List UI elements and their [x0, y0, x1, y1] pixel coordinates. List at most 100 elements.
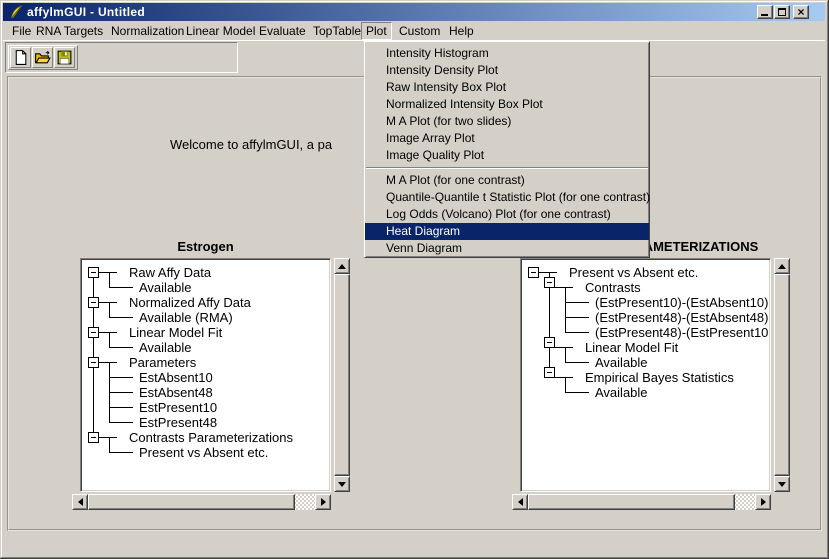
- tree-node-label[interactable]: Contrasts: [585, 280, 641, 295]
- minimize-button[interactable]: [757, 5, 773, 19]
- scroll-thumb[interactable]: [774, 274, 790, 476]
- tree-connector-line: [565, 302, 589, 303]
- menu-item-evaluate[interactable]: Evaluate: [255, 22, 310, 40]
- maximize-button[interactable]: [774, 5, 790, 19]
- save-button[interactable]: [54, 47, 75, 68]
- scroll-up-button[interactable]: [774, 258, 790, 274]
- tree-node-label[interactable]: Available (RMA): [139, 310, 233, 325]
- expand-toggle[interactable]: [544, 367, 555, 378]
- scroll-left-button[interactable]: [512, 494, 528, 510]
- scroll-thumb[interactable]: [334, 274, 350, 476]
- right-tree-horizontal-scrollbar[interactable]: [512, 494, 771, 510]
- close-button[interactable]: ×: [793, 5, 809, 19]
- scroll-right-button[interactable]: [755, 494, 771, 510]
- left-tree-horizontal-scrollbar[interactable]: [72, 494, 331, 510]
- new-file-icon: [12, 49, 29, 66]
- tree-connector-line: [555, 377, 573, 378]
- minus-icon: [547, 342, 552, 343]
- tree-node-label[interactable]: EstAbsent10: [139, 370, 213, 385]
- tree-node-label[interactable]: EstAbsent48: [139, 385, 213, 400]
- tree-node-label[interactable]: (EstPresent48)-(EstAbsent48): [595, 310, 768, 325]
- tree-node-label[interactable]: Empirical Bayes Statistics: [585, 370, 734, 385]
- menu-item-rna-targets[interactable]: RNA Targets: [32, 22, 107, 40]
- expand-toggle[interactable]: [544, 277, 555, 288]
- menu-item-custom[interactable]: Custom: [395, 22, 444, 40]
- tree-node-label[interactable]: Present vs Absent etc.: [139, 445, 268, 460]
- tree-node-label[interactable]: (EstPresent10)-(EstAbsent10): [595, 295, 768, 310]
- tree-node-label[interactable]: Available: [595, 385, 648, 400]
- scroll-down-button[interactable]: [334, 476, 350, 492]
- minus-icon: [91, 332, 96, 333]
- plot-menu-item-intensity-histogram[interactable]: Intensity Histogram: [365, 45, 649, 62]
- tree-node-label[interactable]: EstPresent48: [139, 415, 217, 430]
- minus-icon: [531, 272, 536, 273]
- right-tree-panel[interactable]: Present vs Absent etc. Contrasts (EstPre…: [520, 258, 771, 492]
- scroll-thumb[interactable]: [528, 494, 735, 510]
- tree-connector-line: [565, 347, 566, 362]
- expand-toggle[interactable]: [88, 357, 99, 368]
- tree-connector-line: [109, 437, 110, 452]
- plot-menu-item-venn-diagram[interactable]: Venn Diagram: [365, 240, 649, 257]
- arrow-up-icon: [338, 260, 346, 269]
- tree-node-label[interactable]: Normalized Affy Data: [129, 295, 251, 310]
- tree-node-label[interactable]: Raw Affy Data: [129, 265, 211, 280]
- menu-item-normalization[interactable]: Normalization: [107, 22, 188, 40]
- plot-menu-item-qq-t-statistic[interactable]: Quantile-Quantile t Statistic Plot (for …: [365, 189, 649, 206]
- tree-connector-line: [555, 347, 573, 348]
- minus-icon: [91, 272, 96, 273]
- scroll-down-button[interactable]: [774, 476, 790, 492]
- scroll-thumb[interactable]: [88, 494, 295, 510]
- menu-item-help[interactable]: Help: [445, 22, 478, 40]
- tree-connector-line: [565, 392, 589, 393]
- tree-connector-line: [109, 407, 133, 408]
- arrow-right-icon: [761, 498, 770, 506]
- right-tree-vertical-scrollbar[interactable]: [774, 258, 790, 492]
- expand-toggle[interactable]: [528, 267, 539, 278]
- tree-connector-line: [109, 317, 133, 318]
- tree-node-label[interactable]: (EstPresent48)-(EstPresent10): [595, 325, 768, 340]
- expand-toggle[interactable]: [88, 297, 99, 308]
- menu-item-linear-model[interactable]: Linear Model: [182, 22, 259, 40]
- menu-item-toptable[interactable]: TopTable: [309, 22, 365, 40]
- expand-toggle[interactable]: [88, 327, 99, 338]
- arrow-left-icon: [74, 498, 83, 506]
- tree-node-label[interactable]: EstPresent10: [139, 400, 217, 415]
- tree-node-label[interactable]: Linear Model Fit: [585, 340, 678, 355]
- menu-item-plot[interactable]: Plot: [361, 22, 392, 40]
- minimize-icon: [761, 14, 768, 16]
- plot-menu-item-image-quality[interactable]: Image Quality Plot: [365, 147, 649, 164]
- plot-menu-item-raw-box[interactable]: Raw Intensity Box Plot: [365, 79, 649, 96]
- tree-connector-line: [565, 362, 589, 363]
- tree-node-label[interactable]: Present vs Absent etc.: [569, 265, 698, 280]
- tree-connector-line: [99, 272, 117, 273]
- tree-node-label[interactable]: Linear Model Fit: [129, 325, 222, 340]
- scroll-left-button[interactable]: [72, 494, 88, 510]
- tree-connector-line: [539, 272, 557, 273]
- open-file-button[interactable]: [32, 47, 53, 68]
- left-tree-vertical-scrollbar[interactable]: [334, 258, 350, 492]
- tree-node-label[interactable]: Parameters: [129, 355, 196, 370]
- plot-menu-item-intensity-density[interactable]: Intensity Density Plot: [365, 62, 649, 79]
- left-tree-panel[interactable]: Raw Affy Data Available Normalized Affy …: [80, 258, 331, 492]
- tree-connector-line: [99, 302, 117, 303]
- title-bar[interactable]: affylmGUI - Untitled ×: [3, 3, 825, 21]
- plot-menu-item-heat-diagram[interactable]: Heat Diagram: [365, 223, 649, 240]
- scroll-right-button[interactable]: [315, 494, 331, 510]
- expand-toggle[interactable]: [88, 432, 99, 443]
- scroll-up-button[interactable]: [334, 258, 350, 274]
- tree-node-label[interactable]: Available: [139, 280, 192, 295]
- expand-toggle[interactable]: [88, 267, 99, 278]
- arrow-right-icon: [321, 498, 330, 506]
- tree-node-label[interactable]: Contrasts Parameterizations: [129, 430, 293, 445]
- tree-node-label[interactable]: Available: [139, 340, 192, 355]
- tree-connector-line: [109, 272, 110, 287]
- plot-menu-item-ma-two-slides[interactable]: M A Plot (for two slides): [365, 113, 649, 130]
- new-file-button[interactable]: [10, 47, 31, 68]
- plot-menu-item-image-array[interactable]: Image Array Plot: [365, 130, 649, 147]
- tree-node-label[interactable]: Available: [595, 355, 648, 370]
- plot-menu-item-log-odds-volcano[interactable]: Log Odds (Volcano) Plot (for one contras…: [365, 206, 649, 223]
- plot-menu-item-ma-one-contrast[interactable]: M A Plot (for one contrast): [365, 172, 649, 189]
- expand-toggle[interactable]: [544, 337, 555, 348]
- plot-menu-item-normalized-box[interactable]: Normalized Intensity Box Plot: [365, 96, 649, 113]
- tree-connector-line: [99, 362, 117, 363]
